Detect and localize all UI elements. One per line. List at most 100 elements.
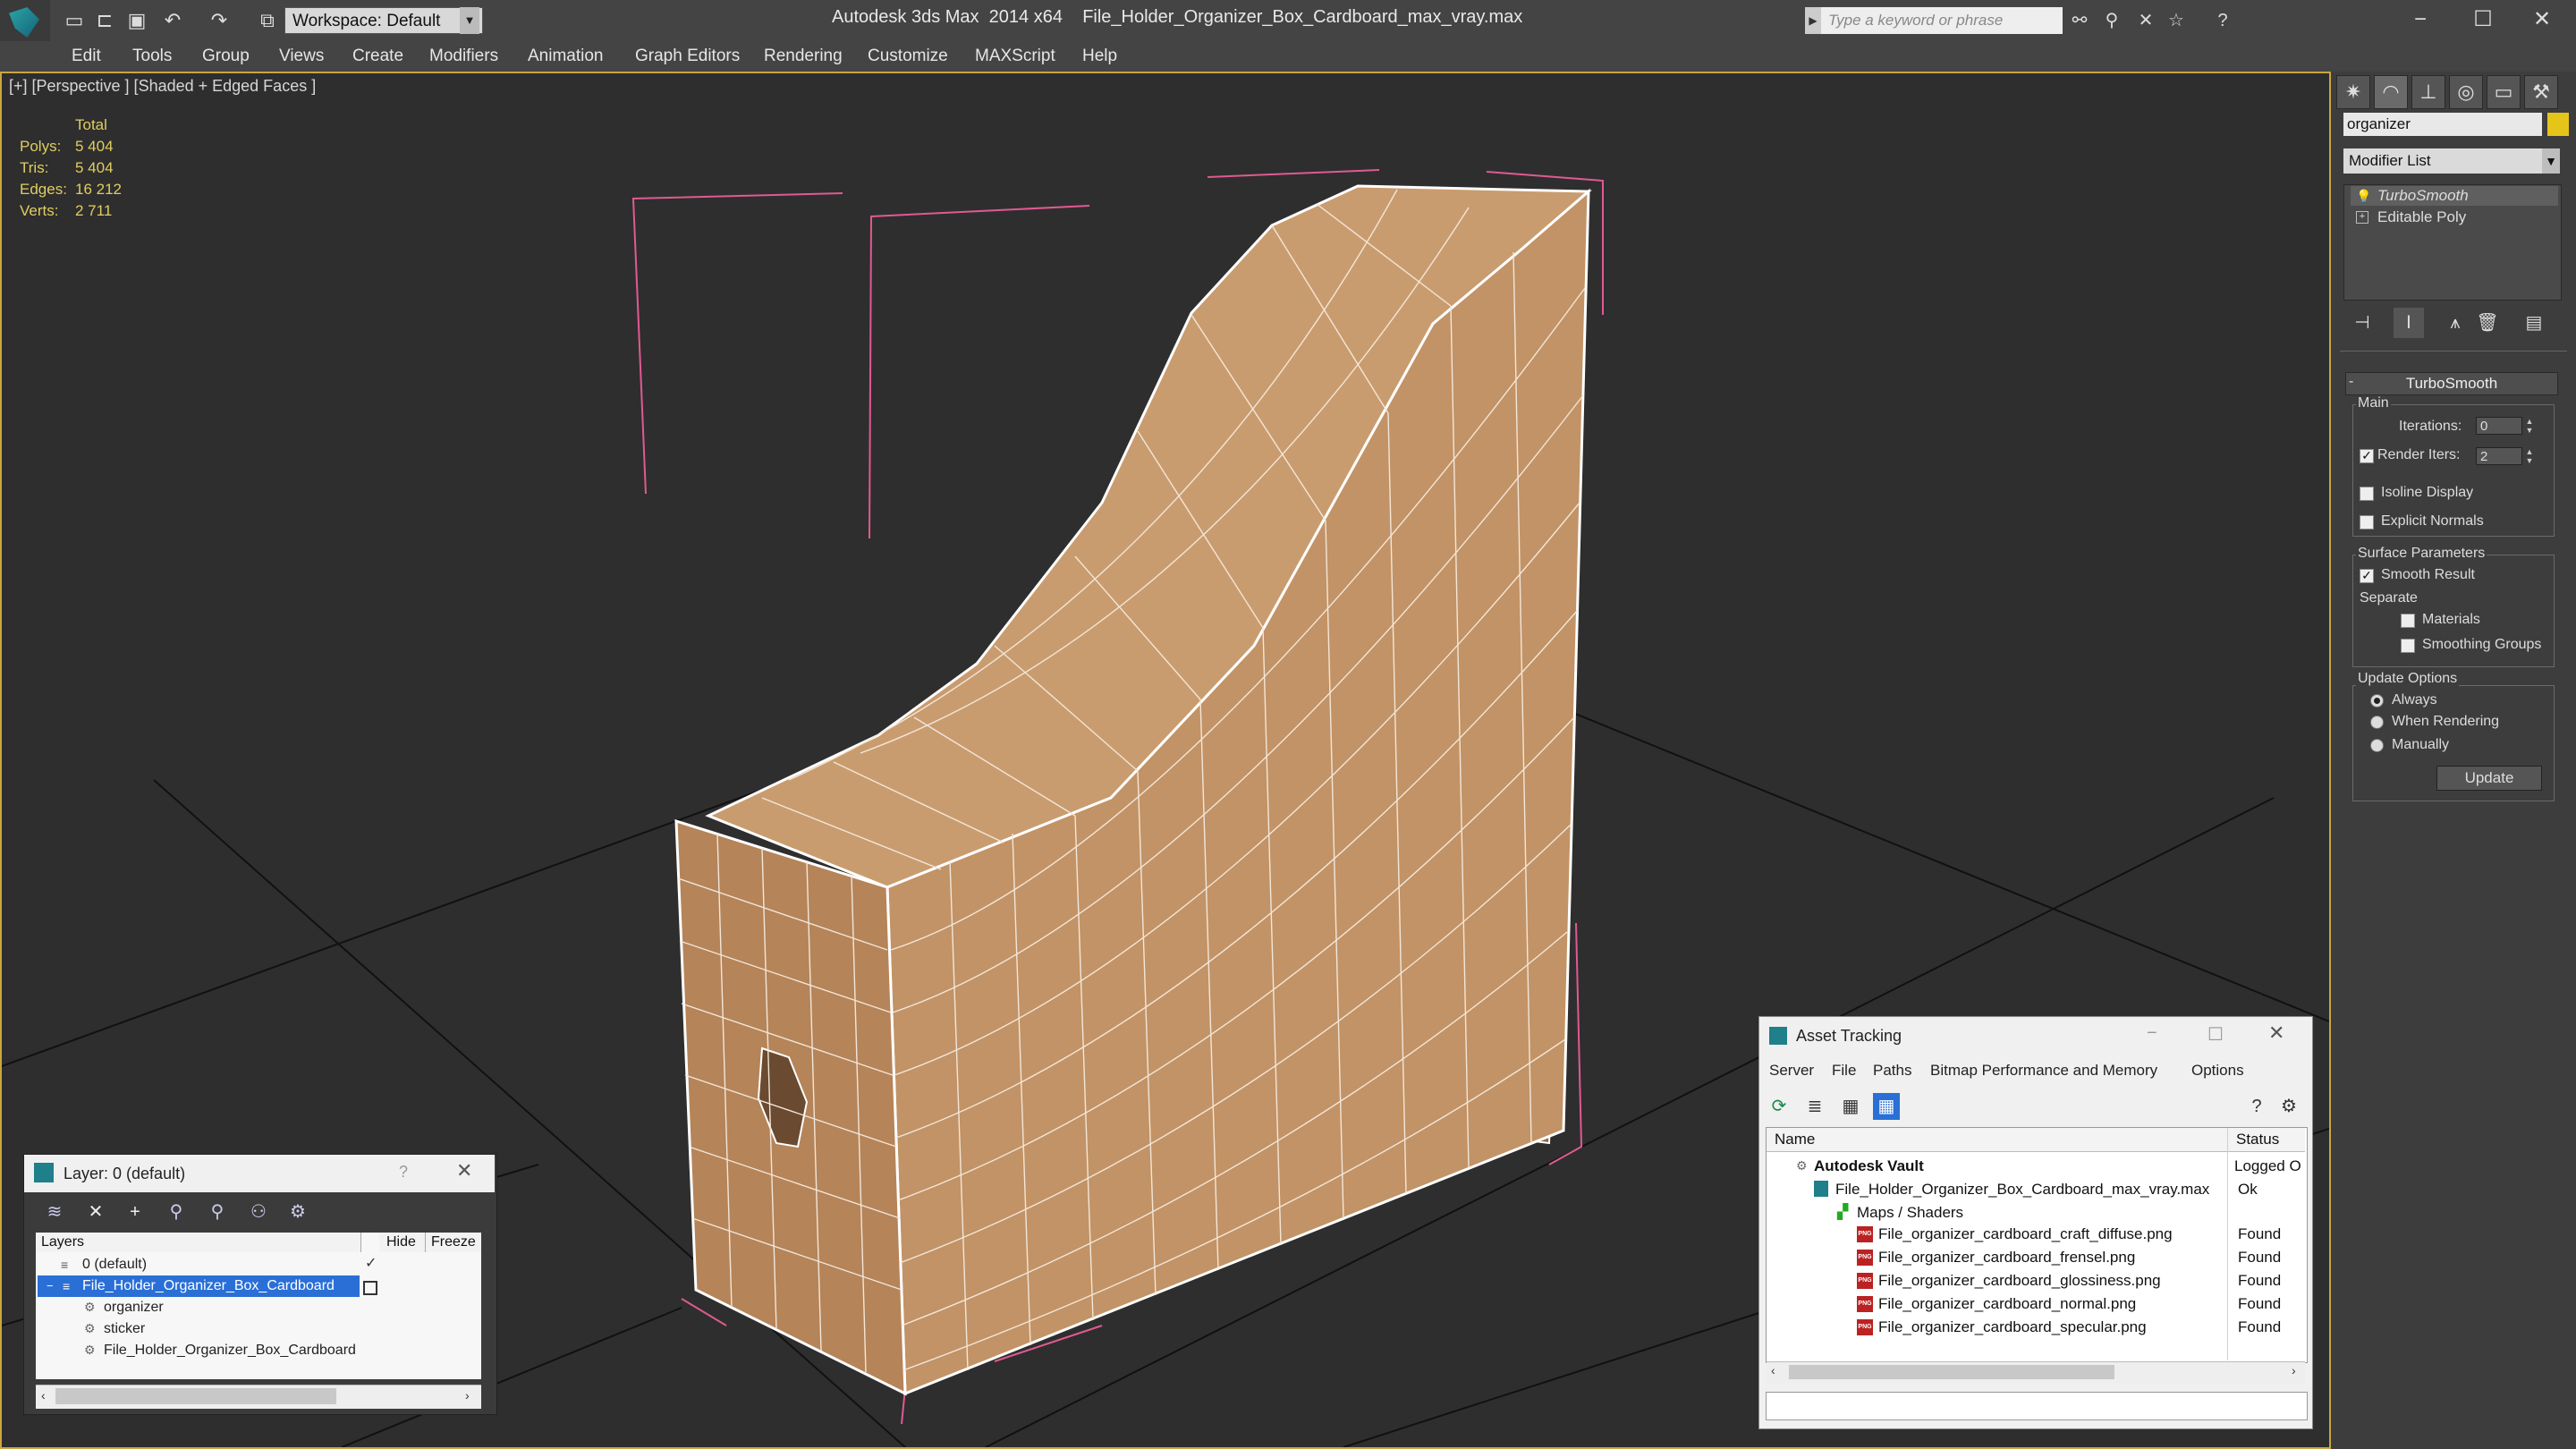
workspace-dropdown-arrow-icon[interactable]: ▼ [460, 7, 479, 34]
thumbnail-view-icon[interactable]: ▦ [1837, 1093, 1864, 1120]
update-button[interactable]: Update [2436, 766, 2542, 791]
asset-row-glossiness[interactable]: File_organizer_cardboard_glossiness.png [1878, 1269, 2161, 1292]
menu-tools[interactable]: Tools [132, 41, 172, 72]
materials-checkbox[interactable] [2401, 614, 2415, 628]
asset-row-normal[interactable]: File_organizer_cardboard_normal.png [1878, 1292, 2136, 1316]
add-to-layer-icon[interactable]: + [122, 1199, 148, 1225]
asset-row-max-file[interactable]: File_Holder_Organizer_Box_Cardboard_max_… [1835, 1178, 2209, 1201]
layer-scroll-thumb[interactable] [55, 1388, 336, 1404]
menu-create[interactable]: Create [352, 41, 403, 72]
smoothing-groups-checkbox[interactable] [2401, 639, 2415, 653]
status-column-header[interactable]: Status [2236, 1128, 2279, 1151]
expand-icon[interactable]: + [2356, 211, 2368, 224]
layer-row-file-holder[interactable]: File_Holder_Organizer_Box_Cardboard [38, 1275, 360, 1297]
workspace-dropdown[interactable]: Workspace: Default [284, 7, 483, 34]
asset-row-vault[interactable]: Autodesk Vault [1814, 1155, 1924, 1178]
asset-row-frensel[interactable]: File_organizer_cardboard_frensel.png [1878, 1246, 2135, 1269]
name-column-header[interactable]: Name [1775, 1128, 1815, 1151]
explicit-normals-checkbox[interactable] [2360, 515, 2374, 530]
asset-close-icon[interactable]: ✕ [2268, 1021, 2284, 1045]
hide-all-layers-icon[interactable]: ⚇ [245, 1199, 272, 1225]
help-icon[interactable]: ? [2211, 9, 2234, 32]
layers-column-header[interactable]: Layers [36, 1233, 361, 1252]
turbosmooth-rollout-header[interactable]: TurboSmooth [2345, 372, 2558, 395]
asset-settings-icon[interactable]: ⚙ [2275, 1093, 2302, 1120]
make-unique-icon[interactable]: ⩚ [2440, 308, 2470, 338]
asset-menu-server[interactable]: Server [1769, 1057, 1814, 1084]
maximize-button[interactable]: ☐ [2456, 4, 2510, 36]
asset-menu-bitmap-performance[interactable]: Bitmap Performance and Memory [1930, 1057, 2157, 1084]
refresh-icon[interactable]: ⟳ [1766, 1093, 1792, 1120]
modifier-list-dropdown[interactable]: Modifier List [2343, 148, 2556, 174]
list-view-icon[interactable]: ≣ [1801, 1093, 1828, 1120]
subscription-icon[interactable]: ⚲ [2100, 9, 2123, 32]
motion-tab-icon[interactable]: ◎ [2449, 75, 2483, 109]
table-view-icon[interactable]: ▦ [1873, 1093, 1900, 1120]
asset-menu-paths[interactable]: Paths [1873, 1057, 1911, 1084]
render-iters-spinner[interactable]: 2 [2476, 447, 2522, 465]
asset-dialog-title[interactable]: Asset Tracking [1796, 1027, 1902, 1046]
search-expand-icon[interactable]: ▶ [1805, 7, 1821, 34]
stack-item-turbosmooth[interactable]: TurboSmooth [2351, 186, 2558, 206]
freeze-column-header[interactable]: Freeze [426, 1233, 481, 1252]
menu-edit[interactable]: Edit [72, 41, 101, 72]
layer-close-icon[interactable]: ✕ [456, 1159, 472, 1182]
save-icon[interactable]: ▣ [125, 9, 148, 32]
highlight-layer-icon[interactable]: ⚲ [204, 1199, 231, 1225]
asset-help-icon[interactable]: ? [2243, 1093, 2270, 1120]
communication-icon[interactable]: ✕ [2134, 9, 2157, 32]
asset-row-specular[interactable]: File_organizer_cardboard_specular.png [1878, 1316, 2147, 1339]
object-row-file-holder[interactable]: File_Holder_Organizer_Box_Cardboard [82, 1340, 356, 1361]
collapse-icon[interactable]: - [2349, 374, 2353, 390]
select-objects-icon[interactable]: ⚲ [163, 1199, 190, 1225]
close-button[interactable]: ✕ [2515, 4, 2569, 36]
menu-graph-editors[interactable]: Graph Editors [635, 41, 740, 72]
layer-dialog-title[interactable]: Layer: 0 (default) [24, 1155, 495, 1192]
create-tab-icon[interactable]: ✷ [2336, 75, 2370, 109]
modify-tab-icon[interactable]: ◠ [2374, 75, 2408, 109]
menu-rendering[interactable]: Rendering [764, 41, 843, 72]
set-current-layer-icon[interactable] [363, 1281, 377, 1295]
minimize-icon[interactable]: − [2147, 1023, 2157, 1044]
new-layer-icon[interactable]: ≋ [41, 1199, 68, 1225]
asset-scroll-thumb[interactable] [1789, 1365, 2114, 1379]
object-name-field[interactable]: organizer [2343, 113, 2542, 136]
favorites-star-icon[interactable]: ☆ [2165, 9, 2188, 32]
object-color-swatch[interactable] [2547, 113, 2569, 136]
hierarchy-tab-icon[interactable]: ⊥ [2411, 75, 2445, 109]
freeze-all-layers-icon[interactable]: ⚙ [284, 1199, 311, 1225]
asset-menu-file[interactable]: File [1832, 1057, 1856, 1084]
undo-icon[interactable]: ↶ [161, 9, 184, 32]
project-folder-icon[interactable]: ⧉ [256, 9, 279, 32]
scroll-left-icon[interactable]: ‹ [1771, 1363, 1775, 1377]
menu-customize[interactable]: Customize [868, 41, 948, 72]
lightbulb-icon[interactable]: 💡 [2356, 189, 2371, 204]
maximize-icon[interactable]: ☐ [2207, 1023, 2224, 1046]
asset-menu-options[interactable]: Options [2191, 1057, 2244, 1084]
iterations-spinner[interactable]: 0 [2476, 417, 2522, 435]
viewport-label[interactable]: [+] [Perspective ] [Shaded + Edged Faces… [9, 77, 316, 96]
asset-row-diffuse[interactable]: File_organizer_cardboard_craft_diffuse.p… [1878, 1223, 2173, 1246]
collapse-tree-icon[interactable]: − [47, 1279, 54, 1292]
open-file-icon[interactable]: ⊏ [93, 9, 116, 32]
redo-icon[interactable]: ↷ [208, 9, 231, 32]
update-manually-radio[interactable] [2370, 739, 2384, 752]
menu-modifiers[interactable]: Modifiers [429, 41, 498, 72]
update-when-rendering-radio[interactable] [2370, 716, 2384, 729]
spinner-arrows-icon[interactable]: ▲ ▼ [2524, 417, 2535, 435]
delete-layer-icon[interactable]: ✕ [82, 1199, 109, 1225]
search-input[interactable]: Type a keyword or phrase [1821, 7, 2063, 34]
asset-row-maps-shaders[interactable]: Maps / Shaders [1857, 1201, 1963, 1224]
remove-modifier-icon[interactable]: 🗑 [2472, 308, 2503, 338]
menu-views[interactable]: Views [279, 41, 324, 72]
render-iters-checkbox[interactable]: ✓ [2360, 449, 2374, 463]
minimize-button[interactable]: − [2394, 4, 2447, 36]
show-end-result-icon[interactable]: Ⅰ [2394, 308, 2424, 338]
menu-group[interactable]: Group [202, 41, 250, 72]
menu-animation[interactable]: Animation [528, 41, 604, 72]
layer-row-default[interactable]: 0 (default) [61, 1254, 147, 1275]
hide-column-header[interactable]: Hide [379, 1233, 426, 1252]
display-tab-icon[interactable]: ▭ [2487, 75, 2521, 109]
menu-help[interactable]: Help [1082, 41, 1117, 72]
isoline-display-checkbox[interactable] [2360, 487, 2374, 501]
